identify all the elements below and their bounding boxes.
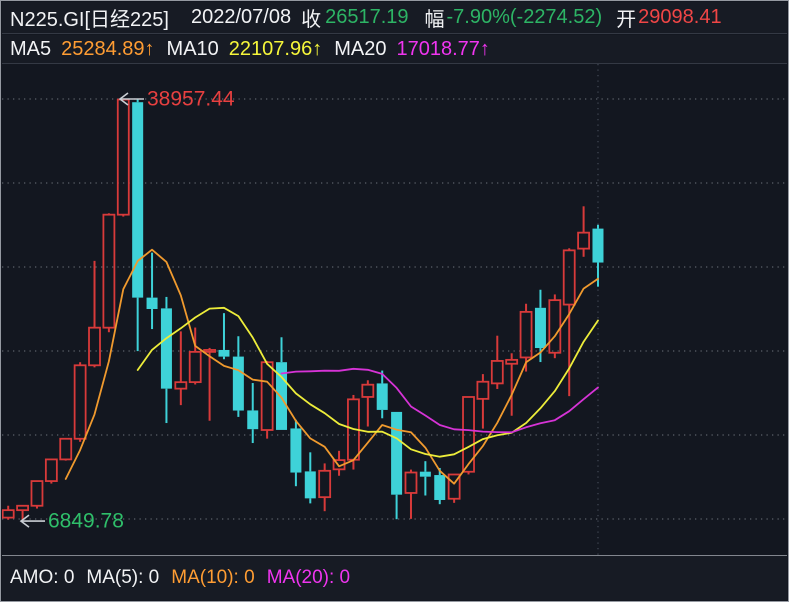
candle xyxy=(362,380,373,426)
candle xyxy=(247,383,258,443)
candle xyxy=(477,374,488,429)
candle xyxy=(175,331,186,405)
ma20-line xyxy=(282,369,599,433)
footer-ma5-value: MA(5): 0 xyxy=(86,567,159,589)
candle xyxy=(31,480,42,508)
close-value: 26517.19 xyxy=(325,6,408,29)
candle xyxy=(578,206,589,256)
candle xyxy=(132,99,143,351)
symbol-title: N225.GI[日经225] xyxy=(10,3,169,32)
kline-chart[interactable]: 38957.44 6849.78 xyxy=(2,64,789,557)
stock-chart-window: N225.GI[日经225] 2022/07/08 收 26517.19 幅 -… xyxy=(0,0,789,602)
open-value: 29098.41 xyxy=(638,6,721,29)
candle xyxy=(319,463,330,511)
candle xyxy=(233,336,244,417)
candle xyxy=(492,336,503,389)
candle xyxy=(420,461,431,495)
candle xyxy=(3,506,14,520)
range-label: 幅 xyxy=(425,3,445,32)
candle xyxy=(161,297,172,423)
candles xyxy=(3,99,604,521)
ma-lines xyxy=(66,250,598,484)
candle xyxy=(334,451,345,476)
range-value: -7.90%(-2274.52) xyxy=(447,6,603,29)
candle xyxy=(147,253,158,329)
high-marker-label: 38957.44 xyxy=(147,88,235,111)
ma20-value: 17018.77↑ xyxy=(396,38,489,61)
ma5-value: 25284.89↑ xyxy=(61,38,154,61)
candle xyxy=(75,362,86,442)
open-label: 开 xyxy=(616,3,636,32)
candle xyxy=(190,328,201,385)
ma10-label: MA10 xyxy=(167,38,219,61)
low-marker-label: 6849.78 xyxy=(48,510,124,533)
close-label: 收 xyxy=(301,3,321,32)
footer-ma20-value: MA(20): 0 xyxy=(267,567,350,589)
low-marker: 6849.78 xyxy=(21,510,124,533)
ma5-label: MA5 xyxy=(10,38,51,61)
footer-ma10-value: MA(10): 0 xyxy=(171,567,254,589)
quote-date: 2022/07/08 xyxy=(191,6,291,29)
ma-indicator-bar: MA5 25284.89↑ MA10 22107.96↑ MA20 17018.… xyxy=(2,35,787,64)
candle xyxy=(592,225,603,287)
candle xyxy=(262,361,273,439)
ma10-value: 22107.96↑ xyxy=(229,38,322,61)
ma20-label: MA20 xyxy=(334,38,386,61)
volume-indicator-bar: AMO: 0 MA(5): 0 MA(10): 0 MA(20): 0 xyxy=(2,555,787,600)
candle xyxy=(118,99,129,217)
candle xyxy=(405,470,416,519)
amo-value: AMO: 0 xyxy=(10,567,74,589)
candle xyxy=(348,395,359,470)
candle xyxy=(290,420,301,486)
kline-chart-area[interactable]: 38957.44 6849.78 xyxy=(2,64,789,557)
candle xyxy=(549,294,560,358)
candle xyxy=(218,313,229,359)
title-bar: N225.GI[日经225] 2022/07/08 收 26517.19 幅 -… xyxy=(2,2,787,34)
candle xyxy=(60,439,71,461)
candle xyxy=(305,452,316,503)
ma5-line xyxy=(66,250,598,484)
candle xyxy=(46,459,57,483)
candle xyxy=(103,213,114,332)
